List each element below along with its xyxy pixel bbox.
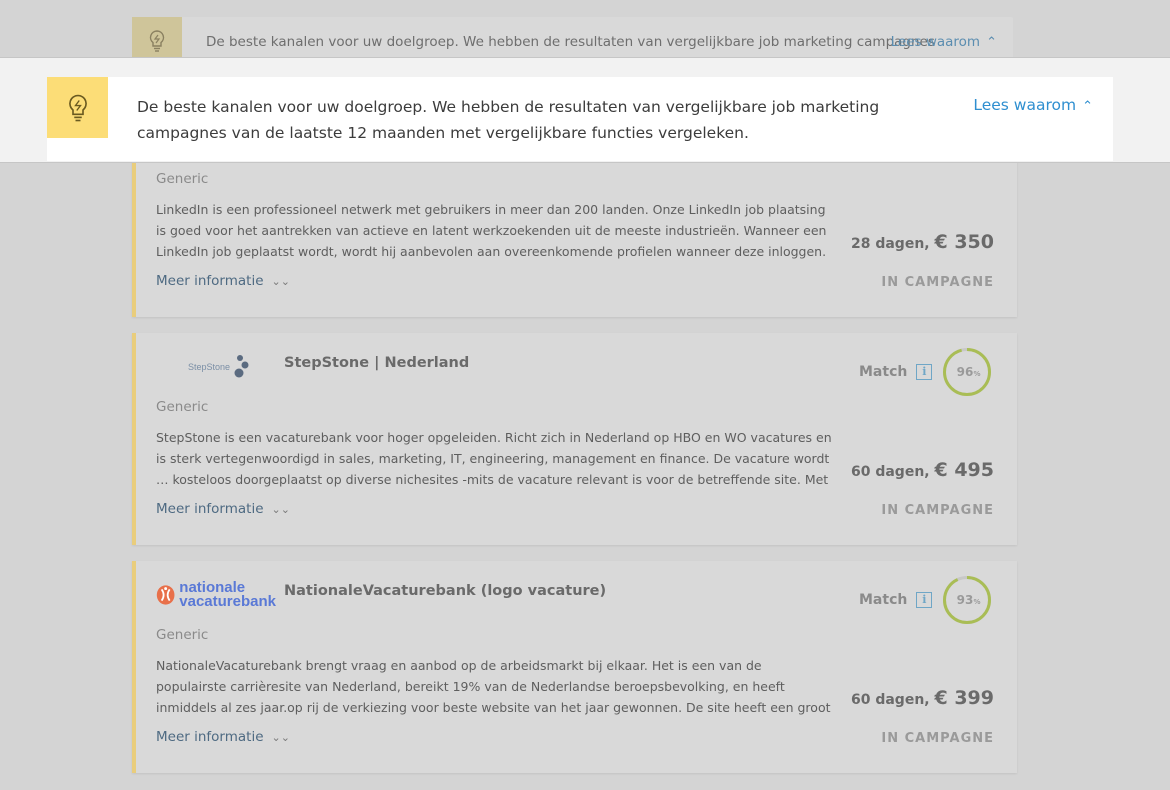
background-lees-waarom-link[interactable]: Lees waarom ⌃ (891, 34, 997, 50)
channel-card-stepstone: StepStone StepStone | Nederland Match i 9… (132, 333, 1017, 545)
match-score-value: 93 (957, 593, 974, 607)
chevron-down-icon: ⌄⌄ (271, 503, 290, 516)
info-icon[interactable]: i (916, 592, 933, 608)
info-icon[interactable]: i (916, 364, 933, 380)
match-score-unit: % (973, 598, 980, 606)
channel-category: Generic (156, 171, 209, 187)
stepstone-logo-text: StepStone (188, 362, 231, 372)
stepstone-logo: StepStone (156, 349, 276, 385)
meer-informatie-label: Meer informatie (156, 501, 264, 517)
meer-informatie-label: Meer informatie (156, 729, 264, 745)
chevron-down-icon: ⌄⌄ (271, 731, 290, 744)
chevron-up-icon: ⌃ (1082, 99, 1093, 114)
campaign-status: IN CAMPAGNE (881, 503, 994, 518)
stepstone-logo-mark (234, 355, 249, 378)
channel-amount: € 495 (934, 459, 995, 481)
channel-description: NationaleVacaturebank brengt vraag en aa… (156, 658, 831, 715)
channel-name: NationaleVacaturebank (logo vacature) (284, 583, 607, 599)
campaign-status: IN CAMPAGNE (881, 275, 994, 290)
background-lees-waarom-label: Lees waarom (890, 34, 981, 50)
meer-informatie-label: Meer informatie (156, 273, 264, 289)
lees-waarom-link[interactable]: Lees waarom ⌃ (973, 96, 1093, 114)
nvb-logo-line2: vacaturebank (179, 593, 276, 610)
campaign-status: IN CAMPAGNE (881, 731, 994, 746)
channel-price: 60 dagen, € 399 (851, 687, 994, 709)
match-score-ring: 93 % (943, 576, 991, 624)
channel-description: LinkedIn is een professioneel netwerk me… (156, 202, 827, 259)
nationalevacaturebank-logo: nationale vacaturebank (156, 577, 276, 613)
nvb-logo-mark (156, 585, 175, 605)
background-banner-text: De beste kanalen voor uw doelgroep. We h… (206, 34, 935, 50)
match-label: Match (859, 592, 908, 608)
channel-duration: 60 dagen, (850, 692, 930, 708)
match-score-value: 96 (957, 365, 974, 379)
match-indicator: Match i (859, 364, 933, 380)
channel-card-nationalevacaturebank: nationale vacaturebank NationaleVacature… (132, 561, 1017, 773)
channel-amount: € 350 (934, 231, 995, 253)
meer-informatie-link[interactable]: Meer informatie ⌄⌄ (156, 273, 290, 289)
channel-price: 60 dagen, € 495 (851, 459, 994, 481)
channel-duration: 28 dagen, (850, 236, 930, 252)
chevron-up-icon: ⌃ (986, 35, 997, 50)
info-banner-text: De beste kanalen voor uw doelgroep. We h… (137, 98, 880, 142)
channel-description: StepStone is een vacaturebank voor hoger… (156, 430, 832, 487)
channel-category: Generic (156, 627, 209, 643)
match-score-ring: 96 % (943, 348, 991, 396)
match-score-unit: % (973, 370, 980, 378)
match-indicator: Match i (859, 592, 933, 608)
channel-amount: € 399 (934, 687, 995, 709)
meer-informatie-link[interactable]: Meer informatie ⌄⌄ (156, 501, 290, 517)
meer-informatie-link[interactable]: Meer informatie ⌄⌄ (156, 729, 290, 745)
channel-duration: 60 dagen, (850, 464, 930, 480)
chevron-down-icon: ⌄⌄ (271, 275, 290, 288)
match-label: Match (859, 364, 908, 380)
channel-price: 28 dagen, € 350 (851, 231, 994, 253)
channel-name: StepStone | Nederland (284, 355, 470, 371)
channel-category: Generic (156, 399, 209, 415)
lees-waarom-label: Lees waarom (973, 96, 1077, 114)
lightbulb-icon (47, 77, 108, 138)
info-banner: De beste kanalen voor uw doelgroep. We h… (47, 77, 1113, 161)
